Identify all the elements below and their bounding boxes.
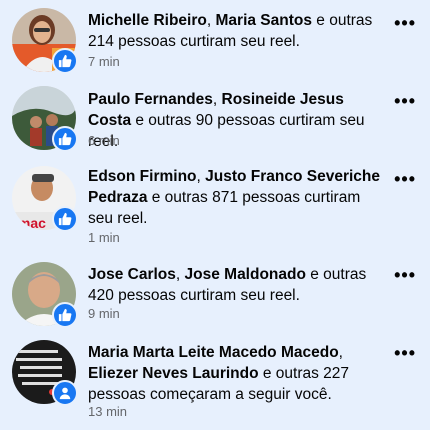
notification-list: Michelle Ribeiro, Maria Santos e outras … <box>0 0 430 430</box>
like-icon <box>52 206 78 232</box>
avatar[interactable]: imac <box>12 166 78 232</box>
notification-text: Edson Firmino, Justo Franco Severiche Pe… <box>88 168 380 227</box>
notification-text: Maria Marta Leite Macedo Macedo, Eliezer… <box>88 344 350 403</box>
timestamp: 13 min <box>88 404 128 419</box>
notification-item[interactable]: Maria Marta Leite Macedo Macedo, Eliezer… <box>0 340 430 430</box>
actor-name: Michelle Ribeiro <box>88 12 207 29</box>
notification-text: Michelle Ribeiro, Maria Santos e outras … <box>88 12 373 50</box>
actor-name: Jose Carlos <box>88 266 176 283</box>
actor-name: Jose Maldonado <box>184 266 306 283</box>
actor-name: Paulo Fernandes <box>88 91 213 108</box>
more-options-button[interactable]: ••• <box>394 170 416 188</box>
actor-name: Edson Firmino <box>88 168 197 185</box>
notification-text: Paulo Fernandes, Rosineide Jesus Costa e… <box>88 91 365 150</box>
timestamp: 7 min <box>88 54 120 69</box>
timestamp: 9 min <box>88 306 120 321</box>
notification-item[interactable]: imac Edson Firmino, Justo Franco Severic… <box>0 166 430 262</box>
more-options-button[interactable]: ••• <box>394 344 416 362</box>
avatar[interactable] <box>12 86 78 152</box>
actor-name: Maria Santos <box>215 12 312 29</box>
timestamp: 1 min <box>88 230 120 245</box>
svg-text:imac: imac <box>14 215 46 230</box>
avatar[interactable] <box>12 262 78 328</box>
more-options-button[interactable]: ••• <box>394 14 416 32</box>
more-options-button[interactable]: ••• <box>394 266 416 284</box>
actor-name: Maria Marta Leite Macedo Macedo <box>88 344 339 361</box>
avatar[interactable] <box>12 8 78 74</box>
actor-name: Eliezer Neves Laurindo <box>88 365 259 382</box>
timestamp: 6 min <box>88 133 120 148</box>
like-icon <box>52 302 78 328</box>
notification-item[interactable]: Michelle Ribeiro, Maria Santos e outras … <box>0 8 430 86</box>
notification-text: Jose Carlos, Jose Maldonado e outras 420… <box>88 266 367 304</box>
avatar[interactable] <box>12 340 78 406</box>
more-options-button[interactable]: ••• <box>394 92 416 110</box>
follow-person-icon <box>52 380 78 406</box>
like-icon <box>52 126 78 152</box>
notification-item[interactable]: Jose Carlos, Jose Maldonado e outras 420… <box>0 262 430 340</box>
notification-item[interactable]: Paulo Fernandes, Rosineide Jesus Costa e… <box>0 86 430 166</box>
like-icon <box>52 48 78 74</box>
